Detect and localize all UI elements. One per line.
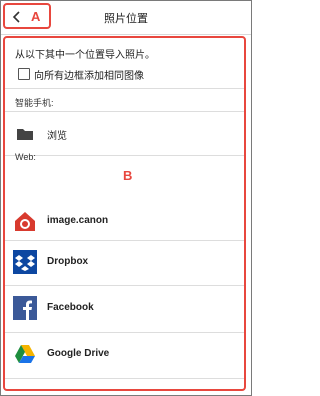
list-item-browse[interactable]: 浏览 <box>5 114 244 152</box>
divider <box>5 88 244 89</box>
divider <box>5 285 244 286</box>
dropbox-icon <box>13 250 37 274</box>
callout-b-label: B <box>123 168 133 183</box>
same-image-all-borders-option[interactable]: 向所有边框添加相同图像 <box>18 66 144 82</box>
divider <box>5 240 244 241</box>
web-section-label: Web: <box>15 152 36 162</box>
image-canon-icon <box>13 209 37 233</box>
page-title: 照片位置 <box>104 13 148 25</box>
google-drive-icon <box>13 342 37 366</box>
divider <box>5 111 244 112</box>
smartphone-section-label: 智能手机: <box>15 98 54 108</box>
divider <box>5 378 244 379</box>
top-bar: A 照片位置 <box>1 1 251 35</box>
list-item-facebook[interactable]: Facebook <box>5 289 244 327</box>
location-list-panel: B 从以下其中一个位置导入照片。 向所有边框添加相同图像 智能手机: 浏览 We… <box>3 36 246 391</box>
facebook-icon <box>13 296 37 320</box>
divider <box>5 332 244 333</box>
intro-text: 从以下其中一个位置导入照片。 <box>15 50 155 61</box>
list-item-label: Facebook <box>47 302 94 313</box>
list-item-label: Google Drive <box>47 348 110 359</box>
list-item-dropbox[interactable]: Dropbox <box>5 243 244 281</box>
list-item-google-drive[interactable]: Google Drive <box>5 335 244 373</box>
checkbox-label: 向所有边框添加相同图像 <box>34 70 144 82</box>
photo-location-screen: A 照片位置 B 从以下其中一个位置导入照片。 向所有边框添加相同图像 智能手机… <box>0 0 252 396</box>
list-item-label: Dropbox <box>47 256 89 267</box>
divider <box>5 155 244 156</box>
folder-icon <box>13 121 37 145</box>
list-item-label: image.canon <box>47 215 109 226</box>
checkbox[interactable] <box>18 68 30 80</box>
list-item-image-canon[interactable]: image.canon <box>5 202 244 240</box>
list-item-label: 浏览 <box>47 131 67 142</box>
